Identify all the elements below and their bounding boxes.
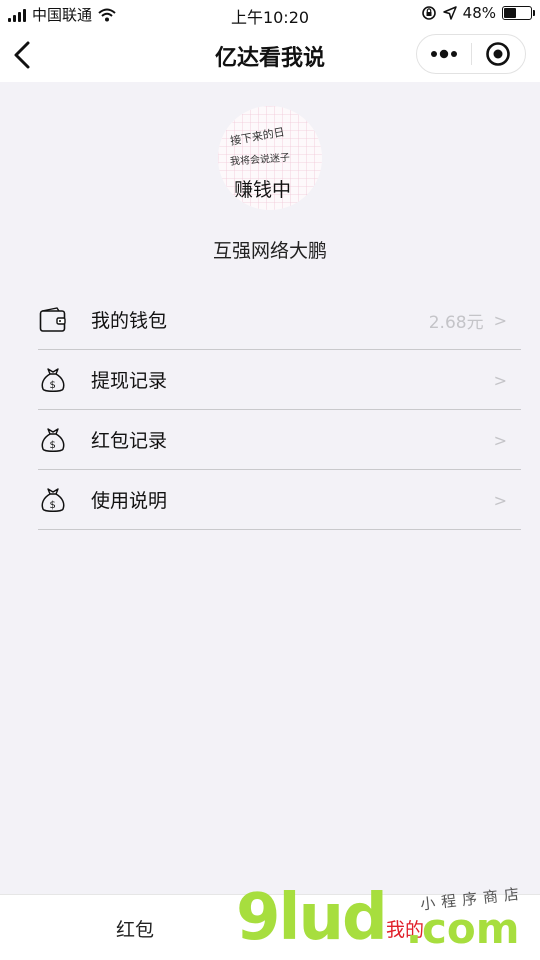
avatar-line-3: 赚钱中 [234, 179, 291, 201]
miniprogram-capsule [416, 34, 526, 74]
menu-item-right: > [494, 350, 507, 410]
chevron-right-icon: > [493, 370, 507, 390]
battery-level [504, 8, 517, 18]
menu-item-right: 2.68元 > [429, 290, 507, 350]
menu-item-label: 我的钱包 [91, 310, 168, 332]
tab-label: 红包 [115, 918, 154, 941]
money-bag-icon: $ [38, 425, 68, 455]
menu-item-withdraw-records[interactable]: $ 提现记录 > [38, 350, 521, 410]
svg-text:$: $ [50, 500, 56, 511]
menu-item-label: 提现记录 [91, 370, 168, 392]
menu-item-label: 使用说明 [91, 490, 168, 512]
battery-percent: 48% [462, 4, 496, 22]
menu-item-right: > [494, 410, 507, 470]
wallet-icon [38, 305, 68, 335]
menu-item-redpacket-records[interactable]: $ 红包记录 > [38, 410, 521, 470]
user-nickname: 互强网络大鹏 [212, 240, 327, 262]
avatar-image: 接下来的日 我将会说迷子 赚钱中 [218, 106, 322, 210]
wallet-balance: 2.68元 [428, 312, 484, 333]
menu-item-right: > [494, 470, 507, 530]
battery-icon [502, 6, 535, 20]
tab-bar: 红包 我的 [0, 894, 540, 960]
location-arrow-icon [442, 6, 457, 20]
status-right: 48% [421, 4, 535, 22]
menu-list: 我的钱包 2.68元 > $ 提现记录 > $ 红包记录 > $ 使用说明 > [38, 290, 521, 530]
target-circle-icon [486, 42, 511, 66]
svg-text:$: $ [50, 380, 56, 391]
money-bag-icon: $ [38, 485, 68, 515]
more-dots-icon [430, 49, 457, 59]
chevron-right-icon: > [493, 490, 507, 510]
more-button[interactable] [417, 35, 471, 73]
menu-item-instructions[interactable]: $ 使用说明 > [38, 470, 521, 530]
tab-label: 我的 [385, 918, 424, 941]
navigation-bar: 亿达看我说 [0, 28, 540, 82]
status-bar: 中国联通 上午10:20 48% [0, 0, 540, 28]
tab-mine[interactable]: 我的 [270, 895, 540, 960]
close-button[interactable] [472, 35, 526, 73]
chevron-right-icon: > [493, 310, 507, 330]
chevron-right-icon: > [493, 430, 507, 450]
money-bag-icon: $ [38, 365, 68, 395]
rotation-lock-icon [421, 6, 436, 20]
avatar[interactable]: 接下来的日 我将会说迷子 赚钱中 [218, 106, 322, 210]
menu-item-label: 红包记录 [91, 430, 168, 452]
svg-text:$: $ [50, 440, 56, 451]
tab-red-packet[interactable]: 红包 [0, 895, 270, 960]
menu-item-wallet[interactable]: 我的钱包 2.68元 > [38, 290, 521, 350]
